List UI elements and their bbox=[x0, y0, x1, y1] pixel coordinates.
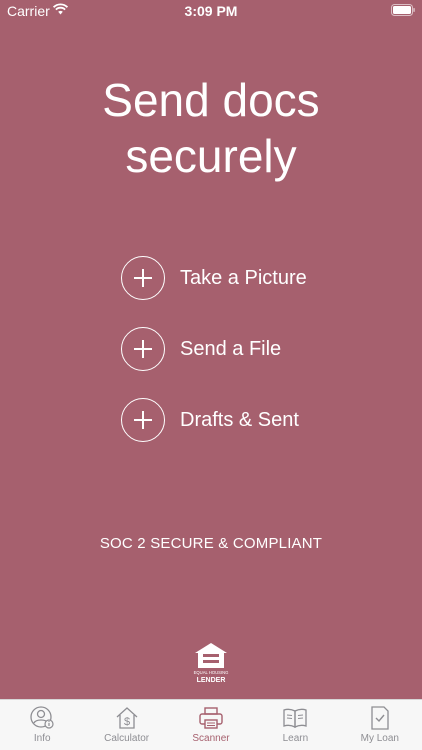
printer-icon bbox=[199, 707, 223, 729]
svg-text:LENDER: LENDER bbox=[197, 677, 226, 684]
tab-calculator-label: Calculator bbox=[104, 733, 150, 744]
tab-learn[interactable]: Learn bbox=[253, 700, 337, 750]
tab-scanner[interactable]: Scanner bbox=[169, 700, 253, 750]
send-file-label: Send a File bbox=[180, 337, 282, 360]
take-picture-label: Take a Picture bbox=[180, 266, 307, 289]
tab-my-loan[interactable]: My Loan bbox=[338, 700, 422, 750]
book-icon bbox=[283, 708, 308, 729]
tab-my-loan-label: My Loan bbox=[360, 733, 399, 744]
equal-housing-lender-logo: EQUAL HOUSING LENDER bbox=[194, 643, 229, 684]
send-file-button[interactable]: Send a File bbox=[121, 325, 341, 373]
plus-circle-icon bbox=[121, 327, 165, 371]
plus-circle-icon bbox=[121, 398, 165, 442]
title-line-2: securely bbox=[125, 130, 297, 182]
drafts-sent-label: Drafts & Sent bbox=[180, 408, 299, 431]
action-list: Take a Picture Send a File Drafts & Sent bbox=[121, 254, 341, 467]
svg-text:$: $ bbox=[124, 716, 130, 728]
compliance-text: SOC 2 SECURE & COMPLIANT bbox=[99, 535, 323, 552]
drafts-sent-button[interactable]: Drafts & Sent bbox=[121, 396, 341, 444]
person-info-icon bbox=[30, 706, 54, 729]
house-dollar-icon: $ bbox=[116, 707, 138, 729]
plus-circle-icon bbox=[121, 256, 165, 300]
status-time: 3:09 PM bbox=[184, 3, 238, 19]
tab-info-label: Info bbox=[33, 733, 51, 744]
title-line-1: Send docs bbox=[102, 74, 320, 126]
tab-scanner-label: Scanner bbox=[192, 733, 230, 744]
tab-info[interactable]: Info bbox=[0, 700, 84, 750]
status-bar: Carrier 3:09 PM bbox=[0, 0, 422, 22]
tab-learn-label: Learn bbox=[282, 733, 309, 744]
svg-text:EQUAL HOUSING: EQUAL HOUSING bbox=[194, 670, 229, 675]
tab-calculator[interactable]: $ Calculator bbox=[84, 700, 168, 750]
tab-bar: Info $ Calculator Scanner Learn My Loan bbox=[0, 699, 422, 750]
page-title: Send docs securely bbox=[0, 72, 422, 184]
document-check-icon bbox=[371, 706, 389, 730]
take-picture-button[interactable]: Take a Picture bbox=[121, 254, 341, 302]
battery-icon bbox=[391, 4, 415, 16]
